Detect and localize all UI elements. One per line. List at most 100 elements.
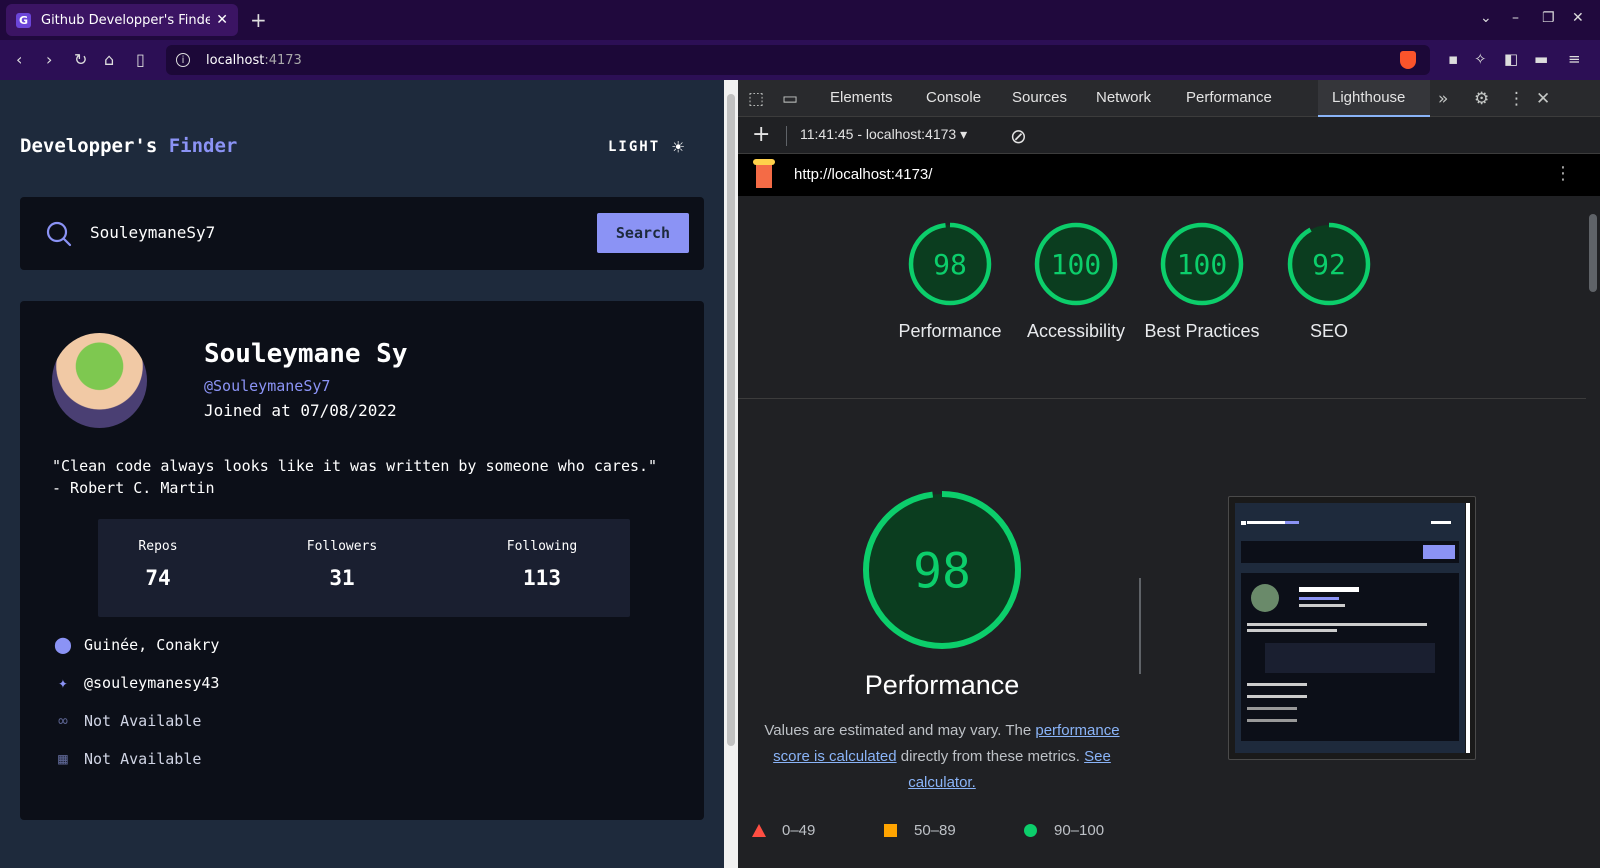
lighthouse-url-bar: http://localhost:4173/ ⋮ <box>738 154 1600 196</box>
report-selector[interactable]: 11:41:45 - localhost:4173 ▾ <box>800 126 967 143</box>
website-row: ∞ Not Available <box>52 711 201 730</box>
gauge-ring: 92 <box>1287 222 1371 306</box>
thumbnail-scrollbar <box>1466 503 1470 753</box>
url-port: :4173 <box>264 52 302 68</box>
new-tab-icon[interactable]: + <box>250 8 267 32</box>
more-options-icon[interactable]: ⋮ <box>1508 89 1525 109</box>
address-bar[interactable]: i localhost:4173 <box>166 45 1430 75</box>
building-icon: ▦ <box>58 749 68 768</box>
page-screenshot-thumbnail[interactable] <box>1228 496 1476 760</box>
extensions-puzzle-icon[interactable]: ✧ <box>1474 50 1487 68</box>
theme-label: LIGHT <box>608 139 661 155</box>
brave-shields-icon[interactable] <box>1400 51 1416 69</box>
close-devtools-icon[interactable]: ✕ <box>1536 89 1550 109</box>
home-icon[interactable]: ⌂ <box>104 50 114 70</box>
tab-elements[interactable]: Elements <box>830 89 893 106</box>
sun-icon: ☀ <box>672 135 685 159</box>
performance-heading: Performance <box>864 670 1020 700</box>
devtools-tab-bar: ⬚ ▭ Elements Console Sources Network Per… <box>738 80 1600 117</box>
search-icon <box>46 221 72 247</box>
lighthouse-toolbar: + 11:41:45 - localhost:4173 ▾ ⊘ <box>738 117 1600 154</box>
tab-network[interactable]: Network <box>1096 89 1151 106</box>
reload-icon[interactable]: ↻ <box>74 50 87 70</box>
tab-list-chevron-icon[interactable]: ⌄ <box>1480 10 1492 26</box>
wallet-icon[interactable]: ▬ <box>1534 50 1548 68</box>
average-square-icon <box>884 824 897 837</box>
device-toolbar-icon[interactable]: ▭ <box>782 89 798 109</box>
stat-label: Repos <box>138 539 178 554</box>
page-scrollbar-thumb[interactable] <box>727 94 735 746</box>
gauge-performance[interactable]: 98 Performance <box>891 220 1009 344</box>
pass-circle-icon <box>1024 824 1037 837</box>
clear-reports-icon[interactable]: ⊘ <box>1010 124 1027 148</box>
close-tab-icon[interactable]: ✕ <box>216 12 228 28</box>
tab-performance[interactable]: Performance <box>1186 89 1272 106</box>
lighthouse-url: http://localhost:4173/ <box>794 166 933 183</box>
site-info-icon[interactable]: i <box>176 53 190 67</box>
legend-average: 50–89 <box>914 822 956 839</box>
minimize-icon[interactable]: – <box>1512 10 1519 26</box>
page-scrollbar[interactable] <box>724 80 738 868</box>
kebab-menu-icon[interactable]: ⋮ <box>1554 163 1572 184</box>
sidebar-icon[interactable]: ◧ <box>1504 50 1518 68</box>
gauge-ring: 100 <box>1034 222 1118 306</box>
close-window-icon[interactable]: ✕ <box>1572 10 1584 26</box>
lighthouse-logo-icon <box>753 159 775 188</box>
company-row: ▦ Not Available <box>52 749 201 768</box>
stat-value: 74 <box>145 566 171 590</box>
gauge-ring: 98 <box>908 222 992 306</box>
restore-icon[interactable]: ❐ <box>1542 10 1555 26</box>
profile-bio: "Clean code always looks like it was wri… <box>52 457 658 497</box>
location-pin-icon: ⬤ <box>54 635 72 654</box>
back-icon[interactable]: ‹ <box>16 50 22 70</box>
gauge-label: Best Practices <box>1144 321 1260 341</box>
gauge-score: 100 <box>1177 248 1228 281</box>
stat-followers: Followers 31 <box>294 539 390 590</box>
stats-panel: Repos 74 Followers 31 Following 113 <box>98 519 630 617</box>
gauge-label: SEO <box>1309 321 1348 341</box>
score-legend: 0–49 50–89 90–100 <box>752 820 1152 842</box>
location-row: ⬤ Guinée, Conakry <box>52 635 219 654</box>
report-scrollbar[interactable] <box>1586 196 1600 868</box>
search-input[interactable]: SouleymaneSy7 <box>90 223 215 242</box>
extension-icon[interactable]: ▪ <box>1448 50 1458 68</box>
link-icon: ∞ <box>58 711 68 730</box>
profile-login-link[interactable]: @SouleymaneSy7 <box>204 377 330 395</box>
settings-gear-icon[interactable]: ⚙ <box>1474 89 1489 109</box>
inspect-element-icon[interactable]: ⬚ <box>748 89 764 109</box>
stat-value: 31 <box>329 566 355 590</box>
bookmark-icon[interactable]: ▯ <box>136 50 145 70</box>
browser-toolbar: ‹ › ↻ ⌂ ▯ i localhost:4173 ▪ ✧ ◧ ▬ ≡ <box>0 40 1600 80</box>
stat-following: Following 113 <box>492 539 592 590</box>
vertical-divider <box>1139 578 1141 674</box>
tab-sources[interactable]: Sources <box>1012 89 1067 106</box>
avatar <box>52 333 147 428</box>
devtools-panel: ⬚ ▭ Elements Console Sources Network Per… <box>738 80 1600 868</box>
thumbnail-preview-icon <box>1241 521 1459 741</box>
gauge-score: 92 <box>1312 248 1346 281</box>
profile-joined-date: Joined at 07/08/2022 <box>204 401 397 420</box>
gauge-seo[interactable]: 92 SEO <box>1270 220 1388 344</box>
twitter-handle[interactable]: @souleymanesy43 <box>84 674 219 692</box>
more-tabs-icon[interactable]: » <box>1438 89 1448 109</box>
theme-toggle[interactable]: LIGHT ☀ <box>608 135 684 159</box>
profile-name: Souleymane Sy <box>204 339 408 369</box>
menu-icon[interactable]: ≡ <box>1568 50 1581 68</box>
search-button[interactable]: Search <box>597 213 689 253</box>
tab-lighthouse[interactable]: Lighthouse <box>1332 89 1405 106</box>
new-report-icon[interactable]: + <box>752 122 770 147</box>
report-scrollbar-thumb[interactable] <box>1589 214 1597 292</box>
location-text: Guinée, Conakry <box>84 635 220 654</box>
stat-repos: Repos 74 <box>116 539 200 590</box>
lighthouse-report: 98 Performance 100 Accessibility 100 Best P… <box>738 196 1586 868</box>
twitter-row[interactable]: ✦ @souleymanesy43 <box>52 673 219 692</box>
url-host: localhost <box>206 52 265 68</box>
browser-tab[interactable]: G Github Developper's Finder ✕ <box>6 4 238 36</box>
forward-icon[interactable]: › <box>46 50 52 70</box>
tab-console[interactable]: Console <box>926 89 981 106</box>
legend-fail: 0–49 <box>782 822 816 839</box>
gauge-ring: 100 <box>1160 222 1244 306</box>
gauge-best-practices[interactable]: 100 Best Practices <box>1143 220 1261 344</box>
gauge-accessibility[interactable]: 100 Accessibility <box>1017 220 1135 344</box>
tab-title: Github Developper's Finder <box>41 12 211 28</box>
